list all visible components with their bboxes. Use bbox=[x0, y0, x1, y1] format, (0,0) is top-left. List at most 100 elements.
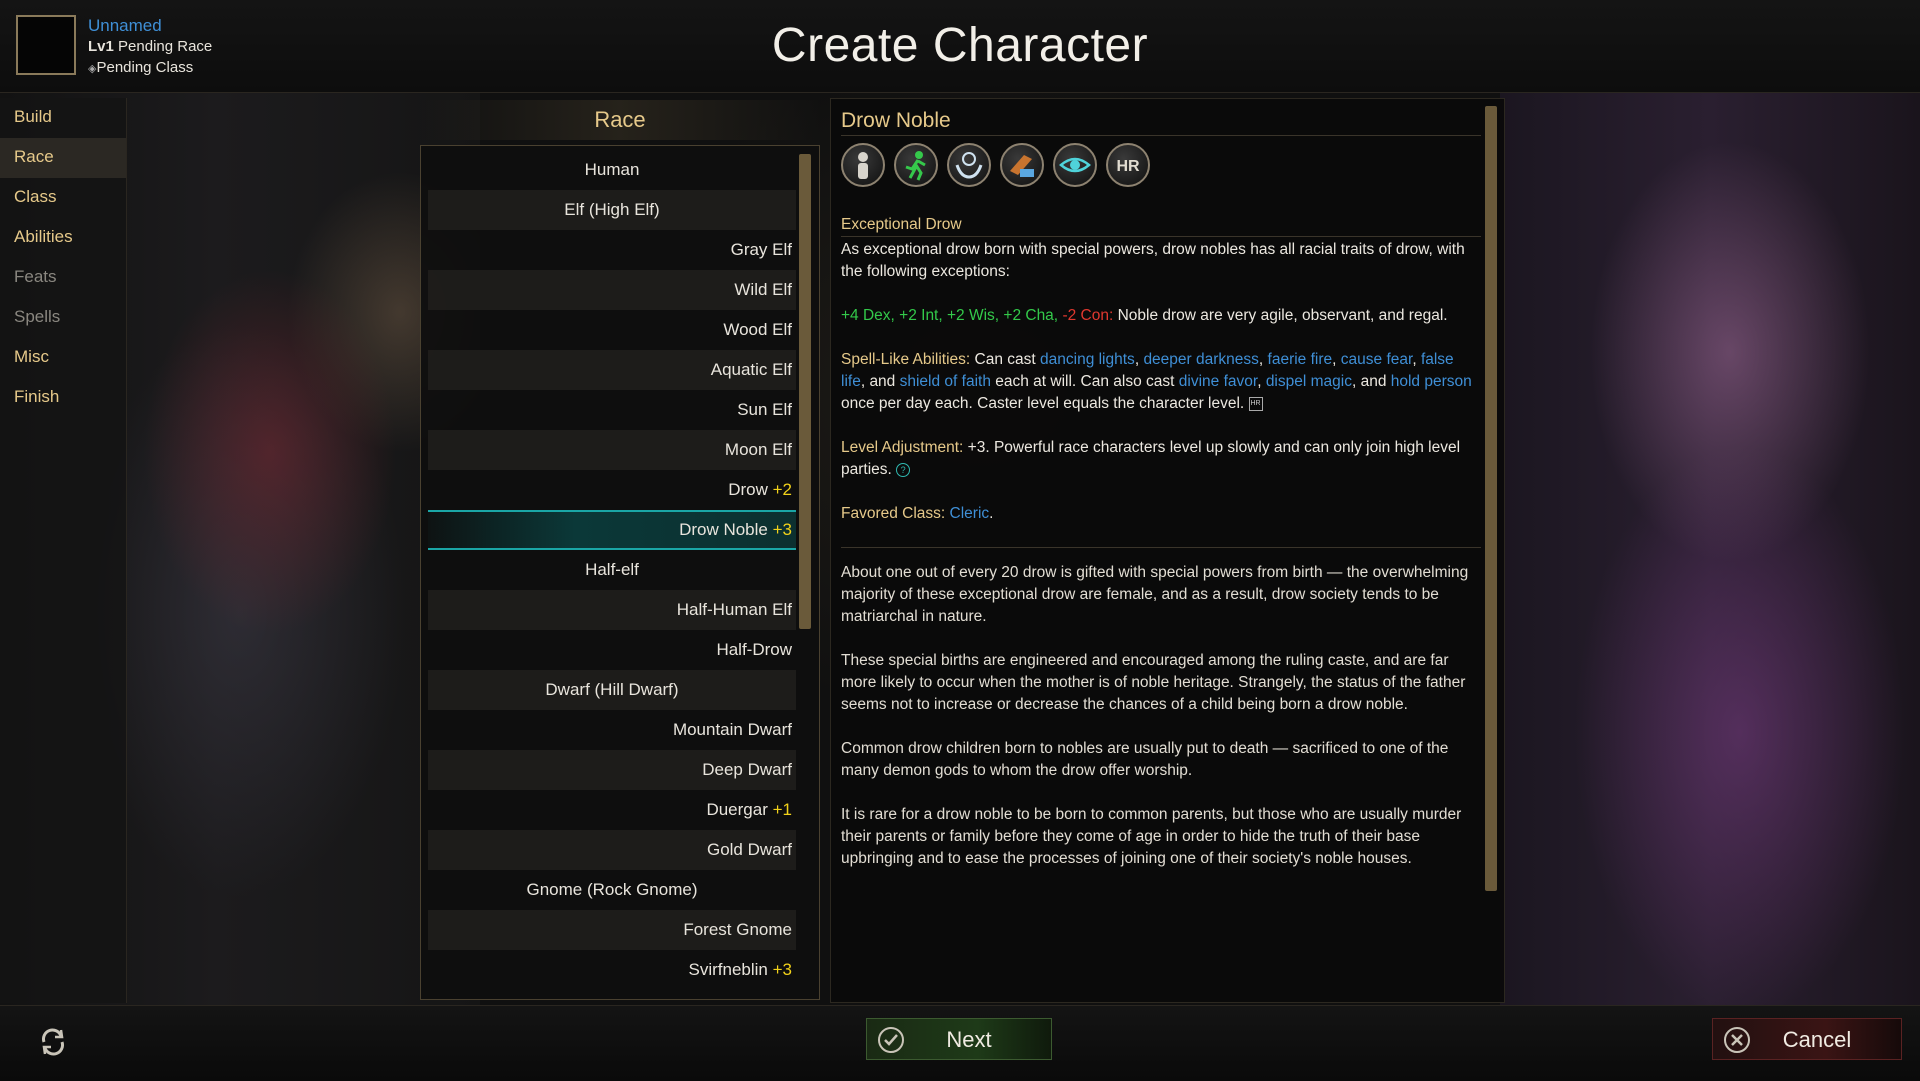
spell-link-dancing-lights[interactable]: dancing lights bbox=[1040, 351, 1135, 368]
race-name: Dwarf (Hill Dwarf) bbox=[545, 680, 679, 699]
race-item[interactable]: Wild Elf bbox=[428, 270, 796, 310]
nav-item-class[interactable]: Class bbox=[0, 178, 126, 218]
race-item-label: Duergar +1 bbox=[706, 790, 792, 830]
favored-class-link[interactable]: Cleric bbox=[950, 505, 990, 522]
race-panel-title: Race bbox=[420, 100, 820, 140]
nav-item-race[interactable]: Race bbox=[0, 138, 126, 178]
race-item-label: Dwarf (Hill Dwarf) bbox=[428, 670, 796, 710]
race-name: Forest Gnome bbox=[683, 920, 792, 939]
race-item-label: Half-Human Elf bbox=[677, 590, 792, 630]
hr-rule-icon[interactable]: HR bbox=[1248, 396, 1263, 411]
nav-item-finish[interactable]: Finish bbox=[0, 378, 126, 418]
race-item[interactable]: Half-Human Elf bbox=[428, 590, 796, 630]
running-figure-icon[interactable] bbox=[894, 143, 938, 187]
race-item-label: Half-elf bbox=[428, 550, 796, 590]
race-item[interactable]: Svirfneblin +3 bbox=[428, 950, 796, 990]
race-item[interactable]: Gray Elf bbox=[428, 230, 796, 270]
nav-item-feats[interactable]: Feats bbox=[0, 258, 126, 298]
level-adjustment-badge: +1 bbox=[772, 800, 792, 819]
lore-paragraph: These special births are engineered and … bbox=[841, 652, 1466, 713]
next-button[interactable]: Next bbox=[866, 1018, 1052, 1060]
summon-hands-icon[interactable] bbox=[947, 143, 991, 187]
spell-link-hold-person[interactable]: hold person bbox=[1391, 373, 1472, 390]
spell-link-dispel-magic[interactable]: dispel magic bbox=[1266, 373, 1352, 390]
race-item[interactable]: Half-elf bbox=[428, 550, 796, 590]
hand-with-scroll-icon[interactable] bbox=[1000, 143, 1044, 187]
hr-badge-icon[interactable]: HR bbox=[1106, 143, 1150, 187]
race-name: Drow bbox=[728, 480, 768, 499]
race-name: Half-Human Elf bbox=[676, 600, 792, 619]
race-item[interactable]: Mountain Dwarf bbox=[428, 710, 796, 750]
lore-paragraph: About one out of every 20 drow is gifted… bbox=[841, 564, 1469, 625]
race-name: Gray Elf bbox=[730, 240, 792, 259]
refresh-icon[interactable] bbox=[36, 1025, 70, 1059]
sla-label: Spell-Like Abilities: bbox=[841, 351, 971, 368]
spell-link-cause-fear[interactable]: cause fear bbox=[1341, 351, 1413, 368]
race-name: Aquatic Elf bbox=[710, 360, 792, 379]
nav-item-spells[interactable]: Spells bbox=[0, 298, 126, 338]
race-item[interactable]: Forest Gnome bbox=[428, 910, 796, 950]
level-adjustment: Level Adjustment: +3. Powerful race char… bbox=[841, 437, 1481, 481]
race-item-label: Moon Elf bbox=[725, 430, 792, 470]
help-icon[interactable]: ? bbox=[896, 462, 911, 477]
sidebar-nav: Build Race Class Abilities Feats Spells … bbox=[0, 98, 127, 1003]
favored-class: Favored Class: Cleric. bbox=[841, 505, 994, 522]
trait-icons: HR bbox=[841, 143, 1159, 187]
race-item[interactable]: Duergar +1 bbox=[428, 790, 796, 830]
ability-text: Noble drow are very agile, observant, an… bbox=[1113, 307, 1448, 324]
next-button-label: Next bbox=[946, 1027, 992, 1052]
spell-link-deeper-darkness[interactable]: deeper darkness bbox=[1143, 351, 1258, 368]
spell-link-shield-of-faith[interactable]: shield of faith bbox=[900, 373, 991, 390]
lore-paragraph: Common drow children born to nobles are … bbox=[841, 740, 1449, 779]
sla-mid: each at will. Can also cast bbox=[990, 373, 1179, 390]
race-item[interactable]: Deep Dwarf bbox=[428, 750, 796, 790]
spell-link-divine-favor[interactable]: divine favor bbox=[1179, 373, 1257, 390]
page-title: Create Character bbox=[771, 19, 1149, 72]
race-list: Human Elf (High Elf) Gray Elf Wild Elf Wood … bbox=[420, 145, 820, 1000]
detail-scrollbar[interactable] bbox=[1485, 106, 1497, 891]
race-name: Gnome (Rock Gnome) bbox=[526, 880, 698, 899]
nav-item-build[interactable]: Build bbox=[0, 98, 126, 138]
race-description: Exceptional Drow As exceptional drow bor… bbox=[841, 214, 1481, 892]
race-item[interactable]: Aquatic Elf bbox=[428, 350, 796, 390]
race-item-label: Drow Noble +3 bbox=[679, 512, 792, 548]
race-item-label: Wild Elf bbox=[734, 270, 792, 310]
race-item[interactable]: Elf (High Elf) bbox=[428, 190, 796, 230]
race-item-label: Gray Elf bbox=[731, 230, 792, 270]
nav-item-misc[interactable]: Misc bbox=[0, 338, 126, 378]
level-adjustment-label: Level Adjustment: bbox=[841, 439, 964, 456]
race-item[interactable]: Drow Noble +3 bbox=[428, 510, 796, 550]
trait-text: As exceptional drow born with special po… bbox=[841, 241, 1465, 280]
race-item[interactable]: Half-Drow bbox=[428, 630, 796, 670]
level-adjustment-badge: +3 bbox=[772, 520, 792, 539]
lore-divider bbox=[841, 547, 1481, 548]
trait-heading: Exceptional Drow bbox=[841, 216, 962, 233]
race-item[interactable]: Gold Dwarf bbox=[428, 830, 796, 870]
race-item[interactable]: Dwarf (Hill Dwarf) bbox=[428, 670, 796, 710]
humanoid-icon[interactable] bbox=[841, 143, 885, 187]
right-background-art bbox=[1500, 92, 1920, 1007]
race-item-label: Svirfneblin +3 bbox=[689, 950, 793, 990]
cancel-button[interactable]: Cancel bbox=[1712, 1018, 1902, 1060]
race-item-label: Mountain Dwarf bbox=[673, 710, 792, 750]
race-item[interactable]: Wood Elf bbox=[428, 310, 796, 350]
svg-text:HR: HR bbox=[1116, 158, 1140, 175]
race-item[interactable]: Moon Elf bbox=[428, 430, 796, 470]
race-item[interactable]: Sun Elf bbox=[428, 390, 796, 430]
race-name: Moon Elf bbox=[724, 440, 792, 459]
race-item[interactable]: Human bbox=[428, 150, 796, 190]
race-item-label: Forest Gnome bbox=[683, 910, 792, 950]
race-name: Half-Drow bbox=[716, 640, 792, 659]
race-name: Half-elf bbox=[585, 560, 639, 579]
race-name: Deep Dwarf bbox=[702, 760, 792, 779]
race-item-label: Half-Drow bbox=[716, 630, 792, 670]
eye-icon[interactable] bbox=[1053, 143, 1097, 187]
race-item[interactable]: Drow +2 bbox=[428, 470, 796, 510]
race-item-label: Gnome (Rock Gnome) bbox=[428, 870, 796, 910]
race-item[interactable]: Gnome (Rock Gnome) bbox=[428, 870, 796, 910]
race-detail-title: Drow Noble bbox=[841, 109, 1481, 136]
spell-link-faerie-fire[interactable]: faerie fire bbox=[1268, 351, 1333, 368]
race-list-scrollbar[interactable] bbox=[799, 154, 811, 629]
nav-item-abilities[interactable]: Abilities bbox=[0, 218, 126, 258]
race-name: Wood Elf bbox=[723, 320, 792, 339]
